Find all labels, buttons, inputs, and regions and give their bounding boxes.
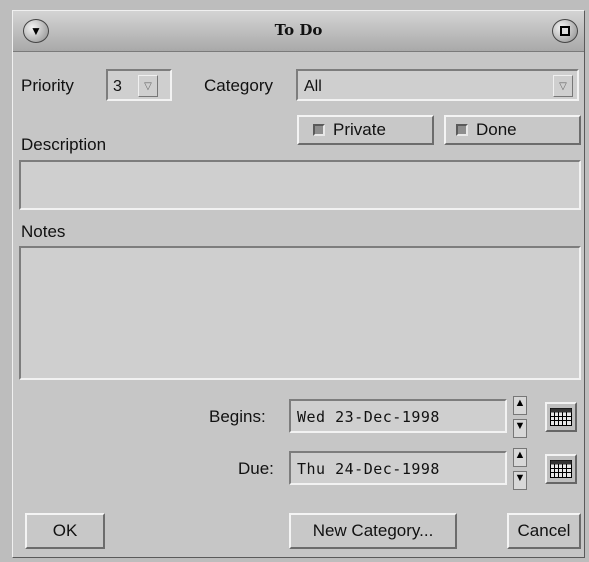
priority-dropdown[interactable]: 3 ▽ [106,69,172,101]
cancel-button[interactable]: Cancel [507,513,581,549]
begins-calendar-button[interactable] [545,402,577,432]
due-spinner[interactable]: ▲ ▼ [513,448,527,490]
ok-button[interactable]: OK [25,513,105,549]
maximize-icon [560,26,570,36]
due-calendar-button[interactable] [545,454,577,484]
new-category-button[interactable]: New Category... [289,513,457,549]
description-input[interactable] [19,160,581,210]
notes-label: Notes [21,222,66,241]
priority-label: Priority [21,76,74,95]
up-arrow-icon[interactable]: ▲ [513,448,527,467]
checkbox-icon [456,124,468,136]
done-checkbox[interactable]: Done [444,115,581,145]
private-checkbox[interactable]: Private [297,115,434,145]
category-label: Category [204,76,273,95]
private-label: Private [333,120,386,139]
description-label: Description [21,135,107,154]
up-arrow-icon[interactable]: ▲ [513,396,527,415]
due-date-field[interactable]: Thu 24-Dec-1998 [289,451,507,485]
window-title: To Do [274,21,323,39]
calendar-icon [550,460,572,478]
down-arrow-icon[interactable]: ▼ [513,419,527,438]
checkbox-icon [313,124,325,136]
todo-dialog: ▼ To Do Priority 3 ▽ Category All ▽ Priv… [12,10,585,558]
done-label: Done [476,120,517,139]
due-label: Due: [238,459,274,478]
down-arrow-icon[interactable]: ▼ [513,471,527,490]
begins-spinner[interactable]: ▲ ▼ [513,396,527,438]
priority-value: 3 [113,78,122,95]
begins-value: Wed 23-Dec-1998 [297,408,440,426]
category-dropdown[interactable]: All ▽ [296,69,579,101]
begins-date-field[interactable]: Wed 23-Dec-1998 [289,399,507,433]
calendar-icon [550,408,572,426]
due-value: Thu 24-Dec-1998 [297,460,440,478]
begins-label: Begins: [209,407,266,426]
notes-textarea[interactable] [19,246,581,380]
chevron-down-icon[interactable]: ▽ [138,75,158,97]
title-bar[interactable]: ▼ To Do [13,11,584,52]
chevron-down-icon[interactable]: ▽ [553,75,573,97]
category-value: All [304,78,322,95]
maximize-button[interactable] [552,19,578,43]
